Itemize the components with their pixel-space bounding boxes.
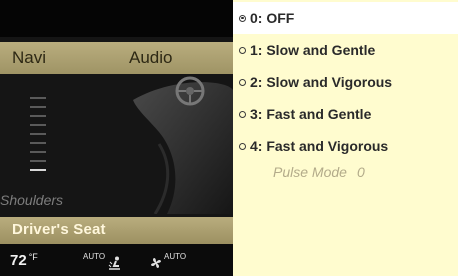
intensity-bar bbox=[30, 106, 46, 108]
pulse-mode-value: 0 bbox=[356, 164, 365, 180]
steering-wheel-icon bbox=[175, 76, 205, 106]
option-2-slow-vigorous[interactable]: 2: Slow and Vigorous bbox=[233, 66, 458, 98]
temperature-value: 72 bbox=[10, 252, 27, 269]
radio-icon bbox=[239, 78, 246, 86]
temperature-unit: °F bbox=[28, 252, 38, 262]
shoulders-label: Shoulders bbox=[0, 192, 64, 208]
pulse-mode-setting[interactable]: Pulse Mode 0 bbox=[273, 164, 365, 180]
option-4-fast-vigorous[interactable]: 4: Fast and Vigorous bbox=[233, 130, 458, 162]
pulse-mode-label: Pulse Mode bbox=[273, 164, 347, 180]
fan-icon[interactable] bbox=[150, 257, 162, 269]
option-3-fast-gentle[interactable]: 3: Fast and Gentle bbox=[233, 98, 458, 130]
option-label: 4: Fast and Vigorous bbox=[250, 138, 389, 154]
airflow-icon[interactable] bbox=[108, 256, 122, 270]
temperature-display[interactable]: 72 °F bbox=[10, 252, 38, 269]
fan-auto-label: AUTO bbox=[164, 252, 187, 261]
intensity-bar bbox=[30, 151, 46, 153]
menu-audio[interactable]: Audio bbox=[129, 48, 172, 68]
airflow-auto-label: AUTO bbox=[83, 252, 106, 261]
intensity-bar bbox=[30, 97, 46, 99]
option-label: 3: Fast and Gentle bbox=[250, 106, 372, 122]
intensity-bar bbox=[30, 160, 46, 162]
option-label: 0: OFF bbox=[250, 10, 295, 26]
option-1-slow-gentle[interactable]: 1: Slow and Gentle bbox=[233, 34, 458, 66]
intensity-bar bbox=[30, 169, 46, 171]
top-bar bbox=[0, 0, 233, 37]
intensity-bar bbox=[30, 133, 46, 135]
seat-illustration bbox=[133, 76, 233, 214]
drivers-seat-title: Driver's Seat bbox=[12, 221, 106, 238]
option-label: 1: Slow and Gentle bbox=[250, 42, 376, 58]
radio-icon bbox=[239, 14, 246, 22]
intensity-bars bbox=[30, 97, 46, 178]
intensity-bar bbox=[30, 124, 46, 126]
left-panel: Navi Audio Shoulders Driver's Seat 72 °F … bbox=[0, 0, 233, 276]
radio-icon bbox=[239, 142, 246, 150]
option-0-off[interactable]: 0: OFF bbox=[233, 2, 458, 34]
intensity-bar bbox=[30, 115, 46, 117]
option-label: 2: Slow and Vigorous bbox=[250, 74, 393, 90]
radio-icon bbox=[239, 46, 246, 54]
radio-icon bbox=[239, 110, 246, 118]
menu-navi[interactable]: Navi bbox=[12, 48, 46, 68]
intensity-bar bbox=[30, 142, 46, 144]
